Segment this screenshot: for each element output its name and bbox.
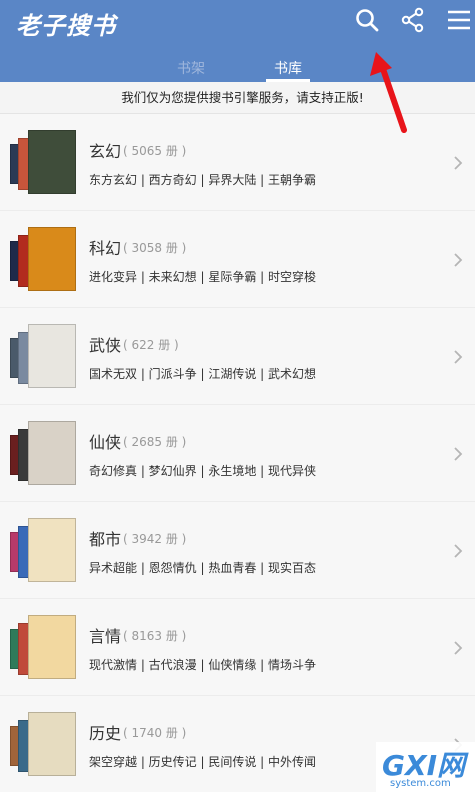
book-covers <box>10 130 78 194</box>
category-name: 科幻 <box>89 239 122 258</box>
category-row[interactable]: 武侠 ( 622 册 ) 国术无双 | 门派斗争 | 江湖传说 | 武术幻想 <box>0 308 475 405</box>
category-row[interactable]: 仙侠 ( 2685 册 ) 奇幻修真 | 梦幻仙界 | 永生境地 | 现代异侠 <box>0 405 475 502</box>
book-count: ( 622 册 ) <box>123 338 179 352</box>
app-title: 老子搜书 <box>16 12 116 40</box>
book-covers <box>10 518 78 582</box>
book-count: ( 3942 册 ) <box>123 532 187 546</box>
subcategories: 进化变异 | 未来幻想 | 星际争霸 | 时空穿梭 <box>89 270 317 284</box>
book-cover <box>28 324 76 388</box>
book-cover <box>28 421 76 485</box>
book-covers <box>10 421 78 485</box>
red-arrow-annotation <box>370 52 407 133</box>
category-row[interactable]: 都市 ( 3942 册 ) 异术超能 | 恩怨情仇 | 热血青春 | 现实百态 <box>0 502 475 599</box>
tab-library[interactable]: 书库 <box>274 58 302 78</box>
book-cover <box>28 518 76 582</box>
subcategories: 异术超能 | 恩怨情仇 | 热血青春 | 现实百态 <box>89 561 317 575</box>
book-count: ( 2685 册 ) <box>123 435 187 449</box>
category-row[interactable]: 言情 ( 8163 册 ) 现代激情 | 古代浪漫 | 仙侠情缘 | 情场斗争 <box>0 599 475 696</box>
category-name: 历史 <box>89 724 122 743</box>
category-row[interactable]: 科幻 ( 3058 册 ) 进化变异 | 未来幻想 | 星际争霸 | 时空穿梭 <box>0 211 475 308</box>
chevron-right-icon <box>454 544 463 558</box>
menu-icon[interactable] <box>446 7 472 33</box>
subcategories: 架空穿越 | 历史传记 | 民间传说 | 中外传闻 <box>89 755 317 769</box>
watermark-domain: system.com <box>390 778 451 789</box>
book-count: ( 5065 册 ) <box>123 144 187 158</box>
chevron-right-icon <box>454 350 463 364</box>
book-cover <box>28 615 76 679</box>
subcategories: 国术无双 | 门派斗争 | 江湖传说 | 武术幻想 <box>89 367 317 381</box>
category-name: 言情 <box>89 627 122 646</box>
share-icon[interactable] <box>400 7 426 33</box>
chevron-right-icon <box>454 253 463 267</box>
subcategories: 奇幻修真 | 梦幻仙界 | 永生境地 | 现代异侠 <box>89 464 317 478</box>
subcategories: 东方玄幻 | 西方奇幻 | 异界大陆 | 王朝争霸 <box>89 173 317 187</box>
chevron-right-icon <box>454 447 463 461</box>
book-covers <box>10 615 78 679</box>
subcategories: 现代激情 | 古代浪漫 | 仙侠情缘 | 情场斗争 <box>89 658 317 672</box>
chevron-right-icon <box>454 641 463 655</box>
watermark: GXI网 system.com <box>376 742 475 792</box>
category-name: 都市 <box>89 530 122 549</box>
book-cover <box>28 712 76 776</box>
chevron-right-icon <box>454 156 463 170</box>
tab-bookshelf[interactable]: 书架 <box>177 58 205 78</box>
category-name: 武侠 <box>89 336 122 355</box>
book-cover <box>28 130 76 194</box>
book-covers <box>10 227 78 291</box>
category-name: 玄幻 <box>89 142 122 161</box>
book-covers <box>10 712 78 776</box>
book-count: ( 1740 册 ) <box>123 726 187 740</box>
book-covers <box>10 324 78 388</box>
book-count: ( 8163 册 ) <box>123 629 187 643</box>
search-icon[interactable] <box>354 7 380 33</box>
category-name: 仙侠 <box>89 433 122 452</box>
book-cover <box>28 227 76 291</box>
book-count: ( 3058 册 ) <box>123 241 187 255</box>
